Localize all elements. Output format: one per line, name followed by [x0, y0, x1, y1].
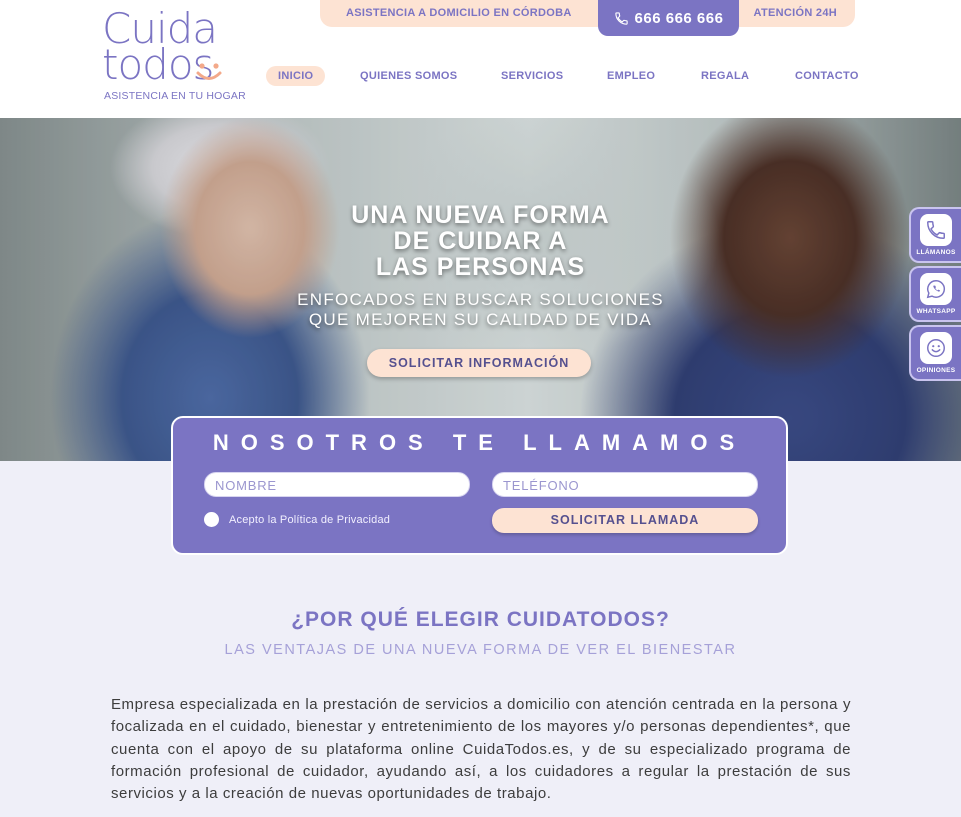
whatsapp-icon-wrap — [920, 273, 952, 305]
service-area-text: ASISTENCIA A DOMICILIO EN CÓRDOBA — [346, 7, 572, 19]
nav-item-inicio[interactable]: INICIO — [266, 66, 326, 86]
top-info-bar: ASISTENCIA A DOMICILIO EN CÓRDOBA ATENCI… — [320, 0, 855, 27]
request-call-button[interactable]: SOLICITAR LLAMADA — [492, 508, 758, 533]
side-button-label: LLÁMANOS — [916, 249, 956, 256]
privacy-label[interactable]: Acepto la Política de Privacidad — [229, 514, 390, 526]
smiley-icon — [927, 339, 945, 357]
hero-title-line: LAS PERSONAS — [375, 253, 586, 281]
call-icon-wrap — [920, 214, 952, 246]
site-header: Cuida todos ASISTENCIA EN TU HOGAR ASIST… — [0, 0, 961, 118]
hero-title: UNA NUEVA FORMA DE CUIDAR A LAS PERSONAS — [0, 202, 961, 280]
logo-smile-icon — [196, 63, 222, 80]
callback-form-title: NOSOTROS TE LLAMAMOS — [212, 430, 747, 455]
hero-title-line: UNA NUEVA FORMA — [351, 201, 610, 229]
phone-input[interactable]: TELÉFONO — [492, 472, 758, 497]
nav-item-servicios[interactable]: SERVICIOS — [501, 66, 563, 86]
logo-tagline: ASISTENCIA EN TU HOGAR — [104, 90, 246, 102]
nav-item-regala[interactable]: REGALA — [701, 66, 749, 86]
privacy-checkbox[interactable] — [204, 512, 219, 527]
phone-icon — [927, 221, 945, 239]
nav-item-quienes-somos[interactable]: QUIENES SOMOS — [360, 66, 457, 86]
section-subtitle: LAS VENTAJAS DE UNA NUEVA FORMA DE VER E… — [224, 642, 737, 658]
hero-banner: UNA NUEVA FORMA DE CUIDAR A LAS PERSONAS… — [0, 118, 961, 461]
header-phone-number: 666 666 666 — [634, 9, 724, 27]
hero-title-line: DE CUIDAR A — [393, 227, 568, 255]
phone-icon — [614, 11, 628, 25]
nav-item-empleo[interactable]: EMPLEO — [607, 66, 655, 86]
hero-subtitle: ENFOCADOS EN BUSCAR SOLUCIONES QUE MEJOR… — [0, 290, 961, 330]
side-button-label: OPINIONES — [916, 367, 956, 374]
hero-subtitle-line: ENFOCADOS EN BUSCAR SOLUCIONES — [297, 290, 664, 309]
hero-subtitle-line: QUE MEJOREN SU CALIDAD DE VIDA — [308, 310, 653, 329]
header-phone-button[interactable]: 666 666 666 — [598, 0, 739, 36]
section-title: ¿POR QUÉ ELEGIR CUIDATODOS? — [291, 608, 670, 631]
section-body-text: Empresa especializada en la prestación d… — [111, 696, 851, 803]
reviews-icon-wrap — [920, 332, 952, 364]
whatsapp-icon — [926, 280, 946, 299]
side-button-call[interactable]: LLÁMANOS — [909, 207, 961, 263]
availability-text: ATENCIÓN 24H — [753, 7, 837, 19]
side-button-whatsapp[interactable]: WHATSAPP — [909, 266, 961, 322]
side-button-reviews[interactable]: OPINIONES — [909, 325, 961, 381]
logo[interactable]: Cuida todos ASISTENCIA EN TU HOGAR — [102, 4, 246, 104]
side-button-label: WHATSAPP — [916, 308, 956, 315]
request-info-button[interactable]: SOLICITAR INFORMACIÓN — [367, 349, 591, 377]
callback-form: NOSOTROS TE LLAMAMOS NOMBRE TELÉFONO Ace… — [171, 416, 788, 555]
name-input[interactable]: NOMBRE — [204, 472, 470, 497]
nav-item-contacto[interactable]: CONTACTO — [795, 66, 859, 86]
